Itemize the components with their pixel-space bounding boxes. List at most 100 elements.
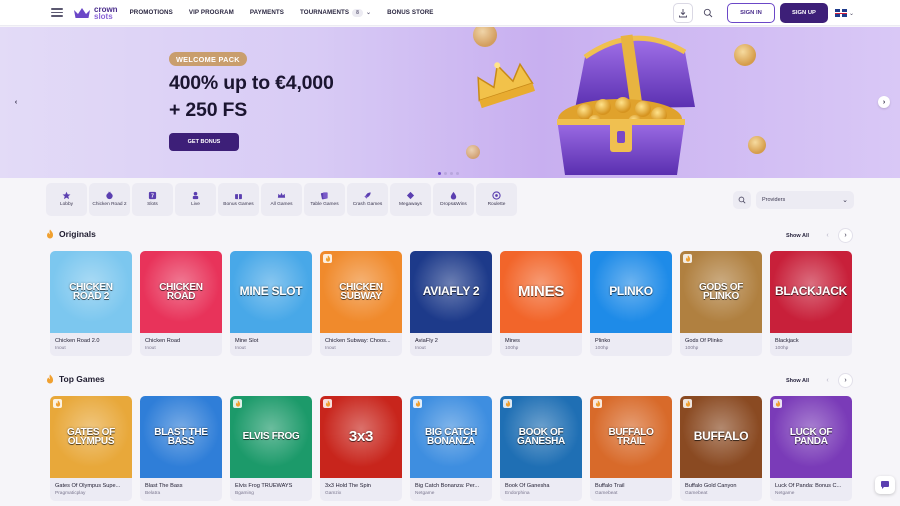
- game-card[interactable]: AVIAFLY 2 AviaFly 2 Inout: [410, 251, 492, 356]
- game-thumbnail[interactable]: CHICKEN SUBWAY: [320, 251, 402, 333]
- game-thumbnail[interactable]: BUFFALO TRAIL: [590, 396, 672, 478]
- game-thumbnail[interactable]: MINE SLOT: [230, 251, 312, 333]
- game-card[interactable]: MINES Mines 100hp: [500, 251, 582, 356]
- game-thumbnail[interactable]: PLINKO: [590, 251, 672, 333]
- game-search-button[interactable]: [733, 191, 751, 209]
- banner-next-button[interactable]: ›: [878, 96, 890, 108]
- game-provider: Inout: [145, 346, 156, 351]
- game-card[interactable]: BUFFALO Buffalo Gold Canyon Gamebeat: [680, 396, 762, 501]
- category-bonus-games[interactable]: Bonus Games: [218, 183, 259, 216]
- game-card[interactable]: PLINKO Plinko 100hp: [590, 251, 672, 356]
- fire-icon: [47, 229, 54, 239]
- menu-icon[interactable]: [51, 8, 63, 17]
- game-card[interactable]: BLACKJACK Blackjack 100hp: [770, 251, 852, 356]
- category-chicken-road-2[interactable]: Chicken Road 2: [89, 183, 130, 216]
- treasure-chest-illustration: [466, 27, 766, 175]
- category-live[interactable]: Live: [175, 183, 216, 216]
- banner-dot[interactable]: [456, 172, 459, 175]
- hot-fire-icon: [503, 399, 512, 408]
- diamond-icon: [406, 192, 415, 200]
- search-button[interactable]: [698, 3, 718, 23]
- brand-logo[interactable]: crown slots: [73, 5, 118, 20]
- game-card[interactable]: 3x3 3x3 Hold The Spin Gamzix: [320, 396, 402, 501]
- top-games-next-button[interactable]: ›: [839, 374, 852, 387]
- support-chat-button[interactable]: [875, 476, 895, 494]
- game-thumbnail[interactable]: BLAST THE BASS: [140, 396, 222, 478]
- game-card[interactable]: ELVIS FROG Elvis Frog TRUEWAYS Bgaming: [230, 396, 312, 501]
- category-slots[interactable]: 7 Slots: [132, 183, 173, 216]
- game-card[interactable]: BOOK OF GANESHA Book Of Ganesha Endorphina: [500, 396, 582, 501]
- game-title: Gods Of Plinko: [685, 338, 723, 344]
- get-bonus-button[interactable]: GET BONUS: [169, 133, 239, 151]
- banner-dot[interactable]: [444, 172, 447, 175]
- category-table-games[interactable]: Table Games: [304, 183, 345, 216]
- language-selector[interactable]: ⌄: [834, 9, 854, 17]
- category-crash-games[interactable]: Crash Games: [347, 183, 388, 216]
- category-roulette[interactable]: Roulette: [476, 183, 517, 216]
- game-thumbnail[interactable]: BOOK OF GANESHA: [500, 396, 582, 478]
- nav-payments[interactable]: PAYMENTS: [250, 9, 284, 17]
- welcome-pack-tag: WELCOME PACK: [169, 52, 247, 66]
- game-provider: 100hp: [505, 346, 519, 351]
- search-icon: [703, 8, 713, 18]
- nav-vip-program[interactable]: VIP PROGRAM: [189, 9, 234, 17]
- banner-dot[interactable]: [438, 172, 441, 175]
- sign-in-button[interactable]: SIGN IN: [726, 3, 775, 23]
- category-lobby[interactable]: Lobby: [46, 183, 87, 216]
- originals-next-button[interactable]: ›: [839, 229, 852, 242]
- sign-up-button[interactable]: SIGN UP: [779, 3, 828, 23]
- game-title: Chicken Road 2.0: [55, 338, 100, 344]
- game-card[interactable]: LUCK OF PANDA Luck Of Panda: Bonus C... Ne…: [770, 396, 852, 501]
- banner-prev-button[interactable]: ‹: [10, 96, 22, 108]
- originals-prev-button[interactable]: ‹: [821, 229, 834, 242]
- hot-fire-icon: [773, 399, 782, 408]
- category-megaways[interactable]: Megaways: [390, 183, 431, 216]
- chevron-down-icon: ⌄: [848, 10, 854, 17]
- slot-machine-icon: 7: [148, 192, 157, 200]
- game-card[interactable]: CHICKEN SUBWAY Chicken Subway: Choos... In…: [320, 251, 402, 356]
- game-thumbnail[interactable]: BLACKJACK: [770, 251, 852, 333]
- top-games-prev-button[interactable]: ‹: [821, 374, 834, 387]
- game-card[interactable]: GODS OF PLINKO Gods Of Plinko 100hp: [680, 251, 762, 356]
- game-thumbnail[interactable]: GATES OF OLYMPUS: [50, 396, 132, 478]
- game-title: Mines: [505, 338, 520, 344]
- game-thumbnail[interactable]: BIG CATCH BONANZA: [410, 396, 492, 478]
- game-thumbnail[interactable]: AVIAFLY 2: [410, 251, 492, 333]
- top-games-show-all-link[interactable]: Show All: [786, 378, 809, 384]
- game-card[interactable]: BUFFALO TRAIL Buffalo Trail Gamebeat: [590, 396, 672, 501]
- game-card[interactable]: CHICKEN ROAD 2 Chicken Road 2.0 Inout: [50, 251, 132, 356]
- game-thumbnail[interactable]: BUFFALO: [680, 396, 762, 478]
- game-title: Plinko: [595, 338, 611, 344]
- game-thumbnail[interactable]: 3x3: [320, 396, 402, 478]
- nav-promotions[interactable]: PROMOTIONS: [130, 9, 173, 17]
- game-thumbnail[interactable]: CHICKEN ROAD: [140, 251, 222, 333]
- game-thumbnail[interactable]: MINES: [500, 251, 582, 333]
- game-art-title: BLACKJACK: [775, 284, 847, 299]
- nav-bonus-store[interactable]: BONUS STORE: [387, 9, 433, 17]
- chevron-down-icon: ⌄: [366, 10, 372, 16]
- banner-dot[interactable]: [450, 172, 453, 175]
- game-art-title: AVIAFLY 2: [422, 284, 480, 299]
- search-icon: [738, 196, 746, 204]
- hot-fire-icon: [323, 399, 332, 408]
- category-all-games[interactable]: All Games: [261, 183, 302, 216]
- game-title: Blast The Bass: [145, 483, 183, 489]
- game-title: Book Of Ganesha: [505, 483, 550, 489]
- game-thumbnail[interactable]: CHICKEN ROAD 2: [50, 251, 132, 333]
- game-card[interactable]: CHICKEN ROAD Chicken Road Inout: [140, 251, 222, 356]
- game-card[interactable]: MINE SLOT Mine Slot Inout: [230, 251, 312, 356]
- promo-banner[interactable]: ‹ › WELCOME PACK 400% up to €4,000 + 250…: [0, 27, 900, 178]
- game-thumbnail[interactable]: GODS OF PLINKO: [680, 251, 762, 333]
- game-thumbnail[interactable]: ELVIS FROG: [230, 396, 312, 478]
- download-button[interactable]: [672, 3, 693, 23]
- providers-select[interactable]: Providers ⌄: [756, 191, 854, 209]
- category-drops-wins[interactable]: Drops&Wins: [433, 183, 474, 216]
- nav-tournaments[interactable]: TOURNAMENTS 8 ⌄: [300, 8, 372, 17]
- game-card[interactable]: BLAST THE BASS Blast The Bass Belatra: [140, 396, 222, 501]
- game-card[interactable]: GATES OF OLYMPUS Gates Of Olympus Supe...…: [50, 396, 132, 501]
- originals-show-all-link[interactable]: Show All: [786, 233, 809, 239]
- game-card[interactable]: BIG CATCH BONANZA Big Catch Bonanza: Per.…: [410, 396, 492, 501]
- game-art-title: 3x3: [348, 427, 374, 445]
- game-art-title: BIG CATCH BONANZA: [424, 426, 478, 447]
- game-thumbnail[interactable]: LUCK OF PANDA: [770, 396, 852, 478]
